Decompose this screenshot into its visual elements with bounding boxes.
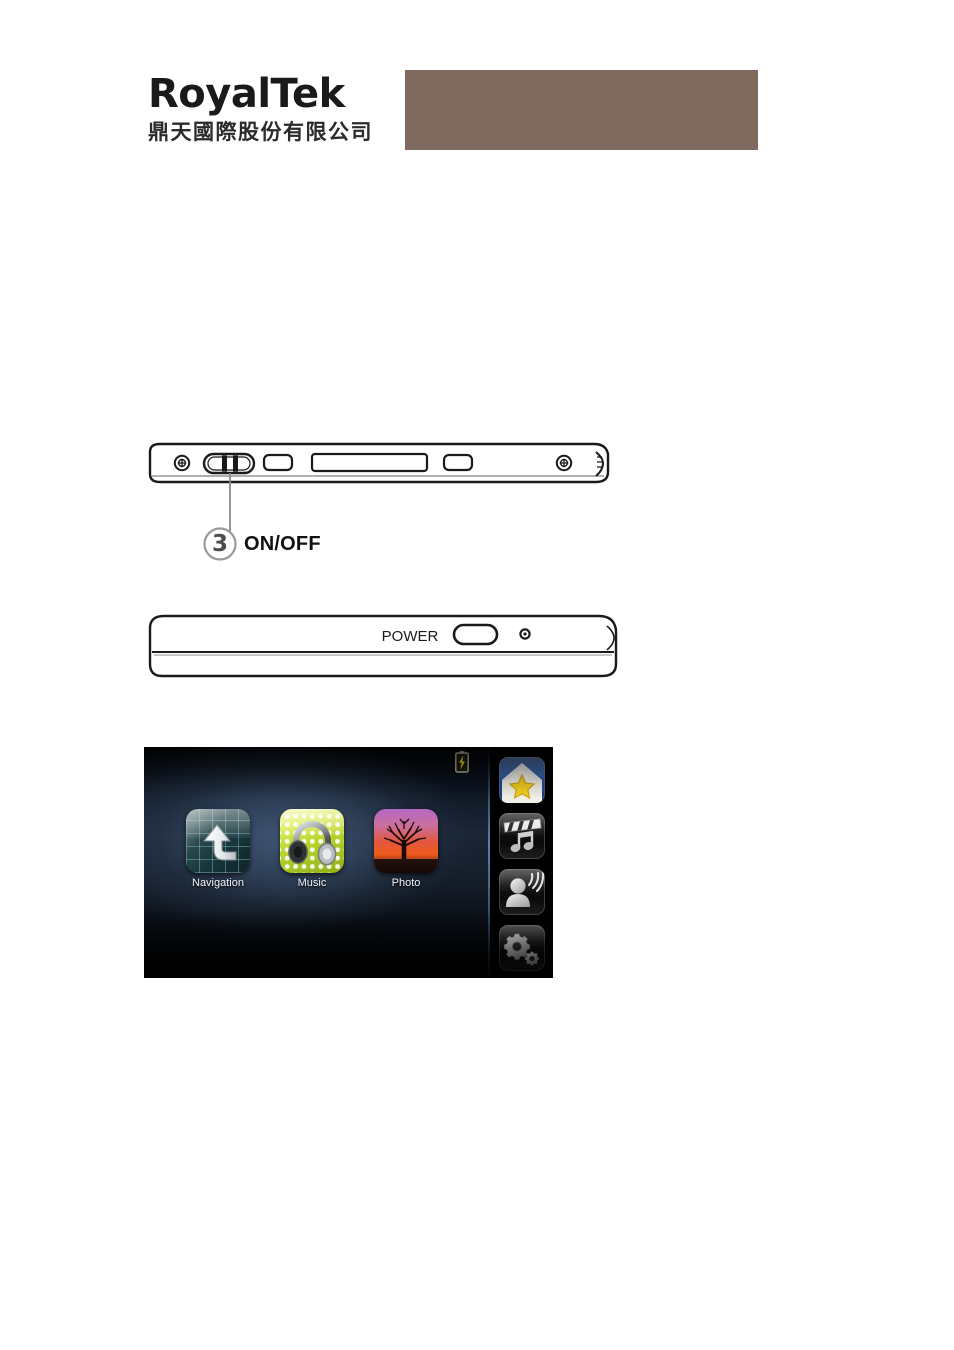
music-note-icon: [510, 831, 534, 852]
screw-icon-2: [555, 454, 573, 472]
header-color-band: [405, 70, 758, 150]
navigation-icon[interactable]: [186, 809, 250, 873]
figure-device-bottom-edge: 3 ON/OFF: [144, 438, 610, 563]
app-grid: Navigation Music Photo: [180, 809, 480, 889]
battery-charging-icon: [455, 751, 469, 773]
app-item-navigation[interactable]: Navigation: [180, 809, 256, 889]
callout-number: 3: [211, 531, 228, 557]
device-top-edge-drawing: POWER: [148, 614, 618, 678]
app-item-music[interactable]: Music: [274, 809, 350, 889]
sidebar-button-media[interactable]: [499, 813, 545, 859]
logo-wordmark: RoyalTek: [148, 71, 345, 117]
screen-sidebar: [490, 747, 553, 978]
photo-icon[interactable]: [374, 809, 438, 873]
device-screen: Navigation Music Photo: [144, 747, 553, 978]
figure-device-top-edge: POWER: [144, 608, 624, 688]
slide-switch-icon: [202, 452, 256, 475]
page-header: RoyalTek 鼎天國際股份有限公司: [0, 0, 954, 190]
power-button-icon: [452, 623, 499, 646]
card-slot-icon: [310, 452, 429, 473]
company-logo: RoyalTek 鼎天國際股份有限公司: [148, 72, 398, 146]
port-icon: [262, 453, 294, 472]
app-label-music: Music: [297, 877, 327, 889]
sidebar-button-settings[interactable]: [499, 925, 545, 971]
app-label-photo: Photo: [391, 877, 421, 889]
screw-icon: [173, 454, 191, 472]
app-item-photo[interactable]: Photo: [368, 809, 444, 889]
sidebar-button-home-favorite[interactable]: [499, 757, 545, 803]
power-label: POWER: [382, 628, 439, 645]
port-icon-2: [442, 453, 474, 472]
logo-subtitle: 鼎天國際股份有限公司: [148, 120, 373, 144]
callout-label: ON/OFF: [244, 532, 321, 555]
clapperboard-icon: [503, 818, 542, 833]
music-icon[interactable]: [280, 809, 344, 873]
sidebar-button-voice[interactable]: [499, 869, 545, 915]
app-label-navigation: Navigation: [192, 877, 244, 889]
callout-3: 3 ON/OFF: [202, 526, 321, 562]
